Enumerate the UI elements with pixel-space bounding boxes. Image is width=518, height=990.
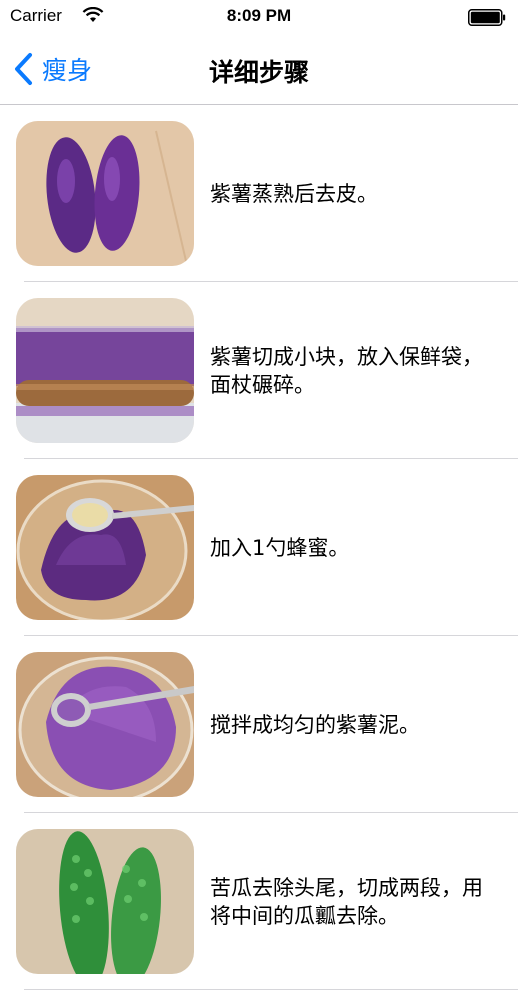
list-item[interactable]: 加入1勺蜂蜜。: [0, 459, 518, 636]
step-image-peeled-potatoes: [16, 121, 194, 266]
list-item[interactable]: 苦瓜去除头尾，切成两段，用 将中间的瓜瓤去除。: [0, 813, 518, 990]
step-text: 苦瓜去除头尾，切成两段，用 将中间的瓜瓤去除。: [210, 875, 483, 928]
step-image-honey: [16, 475, 194, 620]
list-item[interactable]: 搅拌成均匀的紫薯泥。: [0, 636, 518, 813]
clock-label: 8:09 PM: [226, 6, 292, 25]
page-title: 详细步骤: [208, 58, 309, 87]
step-image-bitter-melons: [16, 829, 194, 974]
status-bar: Carrier 8:09 PM: [0, 0, 518, 34]
step-image-rolling-pin: [16, 298, 194, 443]
list-item[interactable]: 紫薯切成小块，放入保鲜袋， 面杖碾碎。: [0, 282, 518, 459]
step-text: 紫薯蒸熟后去皮。: [210, 181, 378, 206]
steps-list[interactable]: 紫薯蒸熟后去皮。 紫薯切成小块，放入保鲜袋， 面杖碾碎。 加入1勺蜂蜜。 搅拌成…: [0, 105, 518, 990]
navigation-bar: 瘦身 详细步骤: [0, 34, 518, 105]
battery-icon: [468, 9, 506, 30]
step-text: 紫薯切成小块，放入保鲜袋， 面杖碾碎。: [210, 344, 483, 397]
step-text: 搅拌成均匀的紫薯泥。: [210, 712, 420, 737]
step-text: 加入1勺蜂蜜。: [210, 535, 350, 560]
list-item[interactable]: 紫薯蒸熟后去皮。: [0, 105, 518, 282]
step-image-stirred-mash: [16, 652, 194, 797]
